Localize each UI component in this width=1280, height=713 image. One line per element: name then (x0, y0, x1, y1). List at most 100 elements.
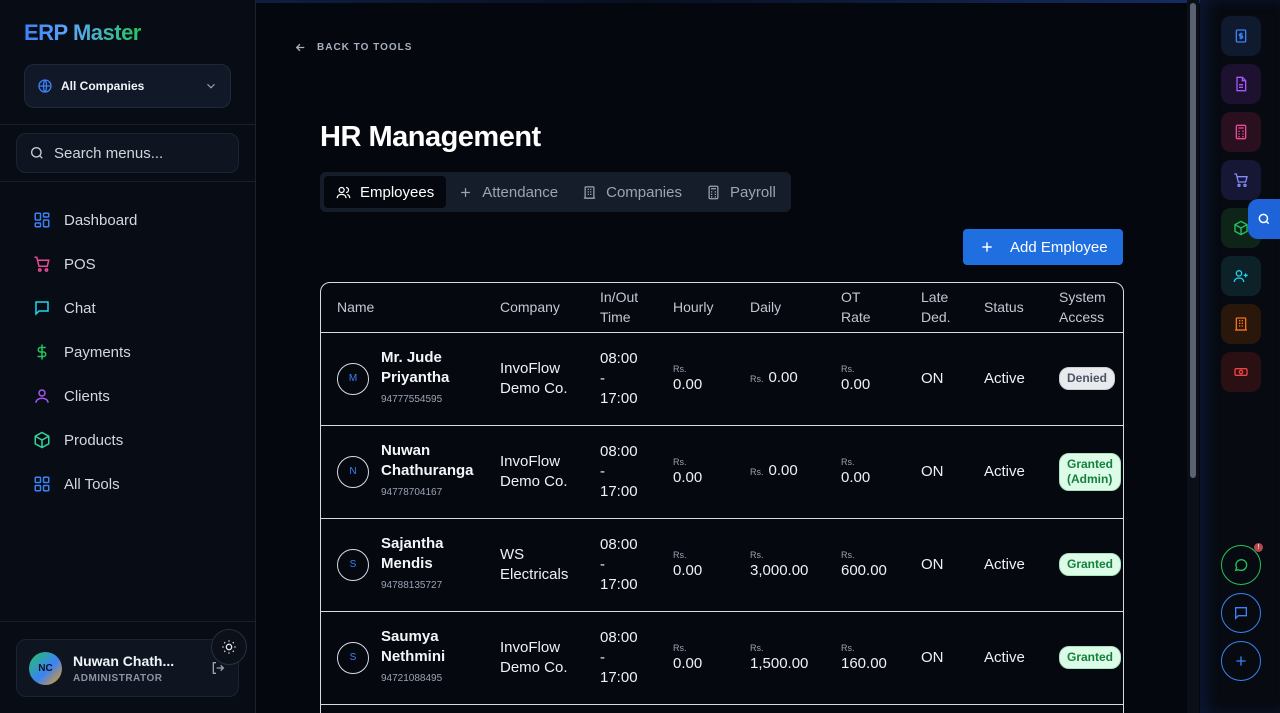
cell-system-access: Granted (Admin) (1043, 425, 1123, 519)
add-employee-label: Add Employee (1010, 238, 1108, 256)
cell-hourly: Rs. 0.00 (657, 332, 734, 426)
employee-name-line: Saumya (381, 627, 439, 645)
access-badge-line: (Admin) (1067, 471, 1113, 486)
out-time: 17:00 (600, 668, 638, 686)
employee-cell: S Sajantha Mendis 94788135727 (337, 534, 484, 596)
rail-button-document[interactable] (1221, 64, 1261, 104)
late-ded-value: ON (921, 462, 944, 480)
rail-button-calculator[interactable] (1221, 112, 1261, 152)
currency-label: Rs. (750, 467, 764, 477)
sidebar-item-clients[interactable]: Clients (0, 374, 255, 418)
tab-employees[interactable]: Employees (324, 176, 447, 208)
add-employee-button[interactable]: Add Employee (963, 229, 1123, 265)
ot-rate-value: 0.00 (841, 375, 871, 393)
out-time: 17:00 (600, 482, 638, 500)
status-value: Active (984, 462, 1025, 480)
users-icon (336, 186, 351, 198)
sidebar-item-label: Dashboard (64, 211, 138, 229)
rail-button-dollar-doc[interactable] (1221, 16, 1261, 56)
hourly-value: 0.00 (673, 654, 703, 672)
user-card[interactable]: NC Nuwan Chath... ADMINISTRATOR (16, 639, 239, 697)
access-badge-line: Granted (1067, 650, 1114, 664)
company-name-line: InvoFlow (500, 638, 561, 656)
cell-system-access: Denied (1043, 332, 1123, 426)
divider (0, 181, 255, 182)
brand-logo: ERP Master (24, 20, 141, 45)
access-badge-line: Granted (1067, 456, 1114, 471)
employees-table: Name Company In/Out Time Hourly Daily OT Rate La… (320, 282, 1124, 713)
time-separator: - (600, 648, 605, 666)
column-header-line: Company (500, 299, 560, 316)
company-name-line: WS (500, 545, 525, 563)
employee-info: Mr. Jude Priyantha 94777554595 (381, 348, 449, 410)
table-row[interactable]: S Sajantha Mendis 94788135727 WS Electrica… (321, 518, 1123, 612)
column-header-line: Hourly (673, 299, 714, 316)
theme-toggle-button[interactable] (211, 629, 247, 665)
tab-companies[interactable]: Companies (570, 176, 694, 208)
page-title: HR Management (320, 121, 541, 153)
employee-name: Saumya Nethmini (381, 627, 445, 667)
employee-cell: M Mr. Jude Priyantha 94777554595 (337, 348, 484, 410)
cell-ot-rate: Rs. 160.00 (825, 611, 905, 705)
company-name-line: InvoFlow (500, 452, 561, 470)
column-header-line: Status (984, 299, 1024, 316)
company-selector[interactable]: All Companies (24, 64, 231, 108)
tab-label: Payroll (729, 183, 776, 201)
table-header-row: Name Company In/Out Time Hourly Daily OT Rate La… (321, 283, 1123, 333)
cell-status: Active (968, 611, 1043, 705)
access-badge-line: Granted (1067, 557, 1114, 571)
out-time: 17:00 (600, 575, 638, 593)
employee-avatar: N (337, 455, 369, 488)
sidebar-item-chat[interactable]: Chat (0, 286, 255, 330)
daily-value: 3,000.00 (750, 561, 809, 579)
currency-label: Rs. (750, 642, 764, 653)
column-header-line: Late (921, 289, 949, 306)
search-menus-input[interactable]: Search menus... (16, 133, 239, 173)
scrollbar-thumb[interactable] (1190, 3, 1196, 478)
box-icon (1234, 220, 1248, 236)
table-row[interactable]: S Saumya Nethmini 94721088495 InvoFlow Dem… (321, 611, 1123, 705)
daily-value: 1,500.00 (750, 654, 809, 672)
column-header: Name (321, 283, 484, 333)
cell-status: Active (968, 425, 1043, 519)
employee-info: Sajantha Mendis 94788135727 (381, 534, 444, 596)
employee-cell: S Saumya Nethmini 94721088495 (337, 627, 484, 689)
tab-attendance[interactable]: Attendance (446, 176, 570, 208)
column-header: OT Rate (825, 283, 905, 333)
table-row[interactable]: N Nuwan Chathuranga 94778704167 InvoFlow D… (321, 425, 1123, 519)
rail-button-message[interactable] (1221, 593, 1261, 633)
rail-button-cash[interactable] (1221, 352, 1261, 392)
rail-button-plus[interactable] (1221, 641, 1261, 681)
employee-avatar: S (337, 548, 369, 581)
dollar-icon (37, 344, 47, 360)
quick-search-tab[interactable] (1248, 199, 1280, 239)
dashboard-icon (34, 212, 50, 228)
rail-button-user-plus[interactable] (1221, 256, 1261, 296)
column-header-line: Rate (841, 309, 871, 326)
tab-payroll[interactable]: Payroll (694, 176, 788, 208)
sidebar-item-pos[interactable]: POS (0, 242, 255, 286)
table-row[interactable]: M Mr. Jude Priyantha 94777554595 InvoFlow… (321, 332, 1123, 426)
grid-icon (34, 476, 50, 492)
rail-button-cart[interactable] (1221, 160, 1261, 200)
employee-phone: 94721088495 (381, 672, 443, 684)
employee-phone: 94788135727 (381, 579, 443, 591)
column-header: Status (968, 283, 1043, 333)
hourly-value: 0.00 (673, 561, 703, 579)
back-to-tools-link[interactable]: BACK TO TOOLS (294, 41, 412, 54)
tab-label: Employees (360, 183, 435, 201)
sidebar: ERP Master All Companies Search menus...… (0, 0, 256, 713)
user-info: Nuwan Chath... ADMINISTRATOR (73, 653, 174, 684)
employee-name-line: Chathuranga (381, 461, 474, 479)
tab-label: Attendance (482, 183, 559, 201)
sidebar-item-payments[interactable]: Payments (0, 330, 255, 374)
rail-button-building[interactable] (1221, 304, 1261, 344)
document-icon (1236, 76, 1247, 92)
sidebar-item-products[interactable]: Products (0, 418, 255, 462)
daily-value: 0.00 (768, 369, 798, 386)
sidebar-item-all-tools[interactable]: All Tools (0, 462, 255, 506)
access-badge-line: Denied (1067, 371, 1108, 385)
sidebar-item-dashboard[interactable]: Dashboard (0, 198, 255, 242)
employee-avatar: S (337, 641, 369, 674)
column-header-line: Daily (750, 299, 782, 316)
